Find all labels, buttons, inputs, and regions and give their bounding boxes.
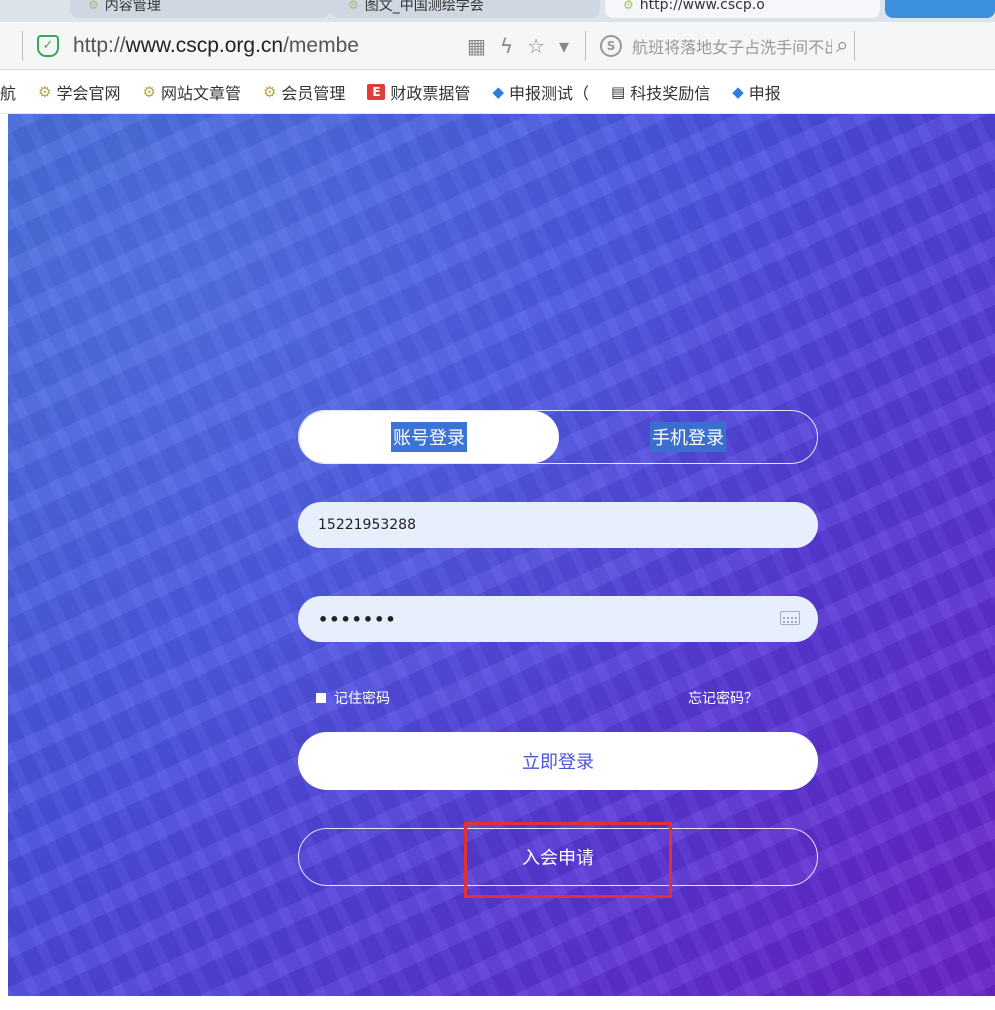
checkbox-icon [316, 693, 326, 703]
search-input[interactable]: 航班将落地女子占洗手间不出来 [632, 34, 832, 58]
lightning-icon[interactable]: ϟ [500, 34, 513, 58]
tab-account-login[interactable]: 账号登录 [299, 411, 559, 463]
annotation-highlight-box [464, 822, 672, 898]
divider [585, 30, 587, 61]
bookmark-item[interactable]: ◆ 申报 [732, 80, 781, 104]
url-field[interactable]: http://www.cscp.org.cn/membe [73, 34, 453, 58]
browser-tab-label: 内容管理 [104, 0, 161, 14]
browser-tab-content-management[interactable]: ⚙ 内容管理 [70, 0, 330, 18]
search-icon[interactable]: ⌕ [836, 33, 848, 58]
bookmark-label: 申报 [748, 83, 781, 103]
bookmark-label: 财政票据管 [390, 83, 471, 103]
bookmark-label: 学会官网 [56, 83, 121, 103]
browser-tab-strip: ⚙ 内容管理 ⚙ 图文_中国测绘学会 ⚙ http://www.cscp.o [0, 0, 995, 22]
password-value: ••••••• [318, 609, 397, 629]
bookmark-item[interactable]: E 财政票据管 [367, 80, 470, 104]
bookmark-item[interactable]: ◆ 申报测试（ [492, 80, 589, 104]
bookmark-label: 网站文章管 [160, 83, 241, 103]
tab-phone-login-label: 手机登录 [650, 422, 726, 452]
login-options-row: 记住密码 忘记密码？ [298, 686, 818, 710]
bookmark-item[interactable]: ▤ 科技奖励信 [611, 80, 710, 104]
qr-code-icon[interactable]: ▦ [467, 34, 486, 58]
red-e-icon: E [367, 83, 386, 100]
remember-password-label: 记住密码 [334, 691, 390, 707]
tab-account-login-label: 账号登录 [391, 422, 467, 452]
cns-favicon-icon: ⚙ [623, 0, 634, 12]
bookmark-label: 航 [0, 83, 17, 103]
url-path: /membe [283, 33, 359, 57]
remember-password-checkbox[interactable]: 记住密码 [316, 688, 390, 708]
divider [22, 30, 23, 61]
password-field[interactable]: ••••••• [298, 596, 818, 642]
login-mode-tabs: 账号登录 手机登录 [298, 410, 818, 464]
blue-diamond-icon: ◆ [492, 82, 504, 101]
bookmark-item[interactable]: ⚙ 会员管理 [263, 80, 345, 104]
bookmark-label: 申报测试（ [508, 83, 589, 103]
cns-icon: ⚙ [142, 82, 156, 101]
blue-diamond-icon: ◆ [732, 82, 744, 101]
cns-favicon-icon: ⚙ [348, 0, 359, 12]
url-prefix: http:// [73, 33, 126, 57]
url-host: www.cscp.org.cn [125, 33, 284, 57]
bookmark-label: 科技奖励信 [630, 83, 711, 103]
keyboard-icon[interactable] [780, 611, 800, 625]
page-bottom-strip [8, 996, 995, 1010]
search-engine-icon[interactable]: S [600, 34, 623, 57]
security-shield-icon[interactable]: ✓ [37, 34, 59, 57]
bookmark-label: 会员管理 [281, 83, 346, 103]
bookmark-item[interactable]: ⚙ 网站文章管 [142, 80, 240, 104]
browser-tab-active[interactable]: ⚙ http://www.cscp.o [605, 0, 880, 18]
forgot-password-link[interactable]: 忘记密码？ [688, 688, 758, 708]
address-bar: ✓ http://www.cscp.org.cn/membe ▦ ϟ ☆ ▾ S… [0, 22, 995, 70]
login-form: 账号登录 手机登录 15221953288 ••••••• 记住密码 忘记密码？… [298, 410, 818, 886]
document-icon: ▤ [611, 82, 626, 101]
bookmarks-bar: 航 ⚙ 学会官网 ⚙ 网站文章管 ⚙ 会员管理 E 财政票据管 ◆ 申报测试（ … [0, 70, 995, 114]
tab-phone-login[interactable]: 手机登录 [559, 411, 817, 463]
bookmark-item[interactable]: ⚙ 学会官网 [38, 80, 120, 104]
browser-tab-new[interactable] [885, 0, 995, 18]
browser-tab-label: 图文_中国测绘学会 [364, 0, 484, 14]
chevron-down-icon[interactable]: ▾ [559, 34, 569, 58]
star-icon[interactable]: ☆ [527, 34, 545, 58]
cns-icon: ⚙ [38, 82, 52, 101]
username-field[interactable]: 15221953288 [298, 502, 818, 548]
browser-tab-label: http://www.cscp.o [639, 0, 765, 13]
divider [854, 30, 856, 61]
cns-favicon-icon: ⚙ [88, 0, 99, 12]
cns-icon: ⚙ [262, 82, 277, 101]
bookmark-item[interactable]: 航 [0, 80, 16, 104]
login-button[interactable]: 立即登录 [298, 732, 818, 790]
browser-tab-article[interactable]: ⚙ 图文_中国测绘学会 [330, 0, 600, 18]
